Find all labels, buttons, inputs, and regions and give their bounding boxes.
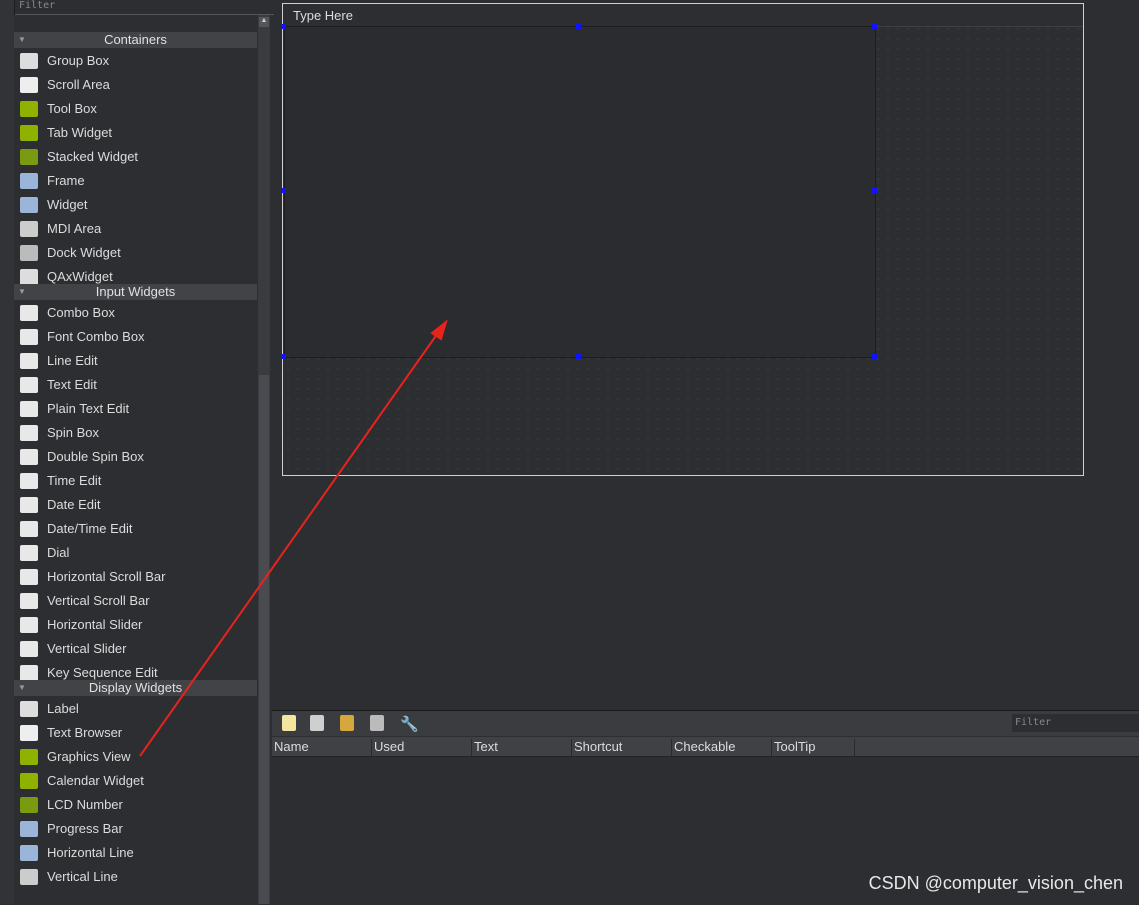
watermark: CSDN @computer_vision_chen [868,873,1123,893]
annotation-arrow [139,319,448,757]
